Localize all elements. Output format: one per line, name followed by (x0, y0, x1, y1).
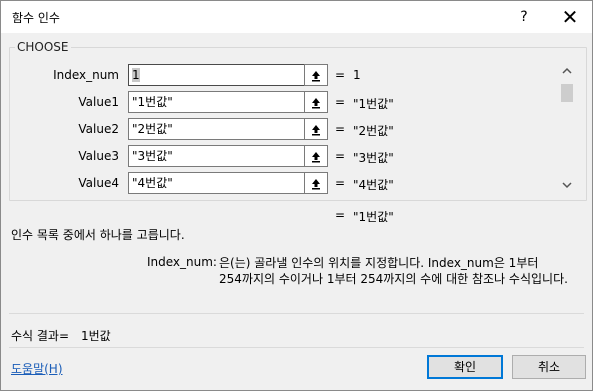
close-icon[interactable]: ✕ (557, 5, 583, 29)
collapse-dialog-icon[interactable] (304, 172, 328, 194)
collapse-dialog-icon[interactable] (304, 64, 328, 86)
argument-row-value3: Value3 "3번값" = "3번값" (1, 145, 401, 169)
cancel-button[interactable]: 취소 (512, 355, 586, 379)
argument-result: 1 (353, 68, 361, 82)
argument-result: "2번값" (353, 124, 394, 138)
arguments-scrollbar[interactable] (558, 65, 576, 195)
argument-description-name: Index_num: (147, 255, 217, 269)
argument-result: "1번값" (353, 97, 394, 111)
dialog-title: 함수 인수 (12, 11, 60, 25)
argument-row-index-num: Index_num 1 = 1 (1, 64, 401, 88)
divider (9, 347, 584, 348)
argument-description-line: 254까지의 수이거나 1부터 254까지의 수에 대한 참조나 수식입니다. (219, 272, 568, 286)
function-name: CHOOSE (15, 40, 71, 54)
collapse-dialog-icon[interactable] (304, 91, 328, 113)
divider (9, 313, 584, 314)
argument-label: Index_num (53, 68, 119, 82)
argument-label: Value4 (78, 176, 119, 190)
argument-row-value4: Value4 "4번값" = "4번값" (1, 172, 401, 196)
help-button[interactable]: ? (511, 5, 537, 29)
argument-label: Value3 (78, 149, 119, 163)
collapse-dialog-icon[interactable] (304, 118, 328, 140)
help-link[interactable]: 도움말(H) (11, 360, 63, 377)
argument-result: "3번값" (353, 151, 394, 165)
argument-label: Value1 (78, 95, 119, 109)
equals-sign: = (335, 122, 346, 136)
function-arguments-dialog: 함수 인수 ? ✕ CHOOSE Index_num 1 = 1 Value1 … (0, 0, 593, 391)
equals-sign: = (335, 149, 346, 163)
result-equals-sign: = (335, 208, 346, 222)
argument-value: 1 (132, 68, 140, 82)
argument-label: Value2 (78, 122, 119, 136)
title-bar: 함수 인수 ? ✕ (1, 1, 592, 33)
argument-description-line: 은(는) 골라낼 인수의 위치를 지정합니다. Index_num은 1부터 (219, 256, 539, 270)
argument-result: "4번값" (353, 178, 394, 192)
function-description: 인수 목록 중에서 하나를 고릅니다. (11, 228, 185, 242)
value4-input[interactable]: "4번값" (128, 172, 305, 194)
equals-sign: = (335, 95, 346, 109)
collapse-dialog-icon[interactable] (304, 145, 328, 167)
index-num-input[interactable]: 1 (128, 64, 305, 86)
scroll-down-icon[interactable] (558, 179, 576, 195)
formula-result-label: 수식 결과= (11, 329, 70, 343)
value3-input[interactable]: "3번값" (128, 145, 305, 167)
scrollbar-thumb[interactable] (561, 84, 573, 102)
value1-input[interactable]: "1번값" (128, 91, 305, 113)
argument-row-value1: Value1 "1번값" = "1번값" (1, 91, 401, 115)
argument-row-value2: Value2 "2번값" = "2번값" (1, 118, 401, 142)
argument-description: 은(는) 골라낼 인수의 위치를 지정합니다. Index_num은 1부터 2… (219, 255, 568, 287)
equals-sign: = (335, 68, 346, 82)
equals-sign: = (335, 176, 346, 190)
formula-result-value: 1번값 (81, 329, 111, 343)
value2-input[interactable]: "2번값" (128, 118, 305, 140)
function-result: "1번값" (353, 210, 394, 224)
scroll-up-icon[interactable] (558, 65, 576, 81)
ok-button[interactable]: 확인 (427, 355, 503, 379)
